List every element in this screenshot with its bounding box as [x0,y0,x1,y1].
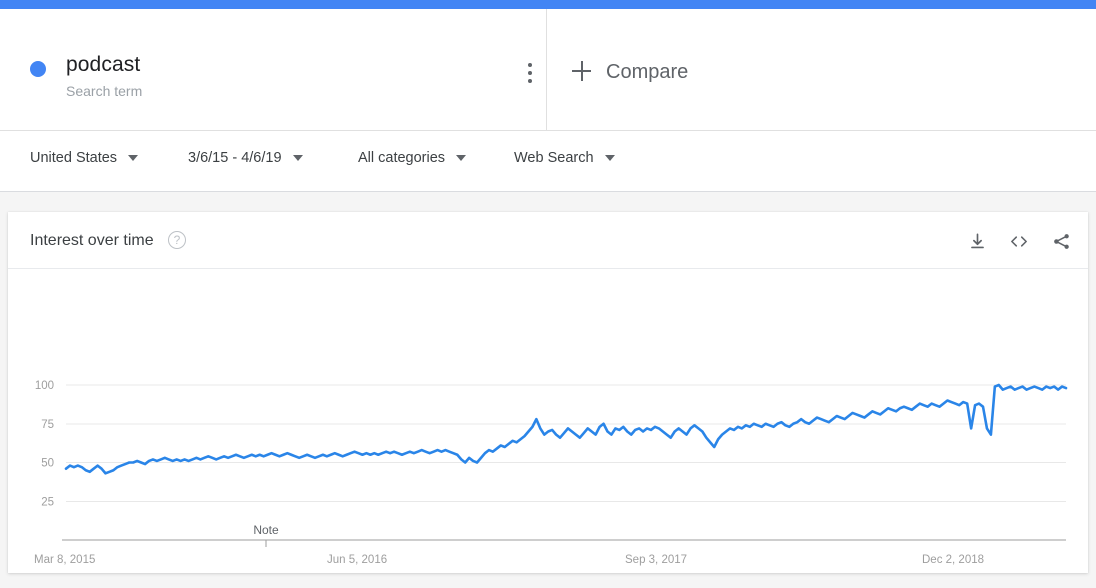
filter-time-range[interactable]: 3/6/15 - 4/6/19 [188,148,303,168]
filter-search-type[interactable]: Web Search [514,148,615,168]
share-icon[interactable] [1048,228,1074,254]
chart-plot-area[interactable]: 25 50 75 100 Note Mar 8, 2015 Jun 5, 2016 Sep 3… [8,269,1088,573]
chevron-down-icon [292,155,303,161]
download-icon[interactable] [964,228,990,254]
add-comparison-button[interactable]: Compare [548,9,1088,130]
interest-over-time-line-chart[interactable]: 25 50 75 100 Note Mar 8, 2015 Jun 5, 2016 Sep 3… [8,269,1088,573]
x-axis-tick-label: Mar 8, 2015 [34,554,95,566]
filter-category[interactable]: All categories [358,148,467,168]
filter-category-label: All categories [358,150,446,166]
card-actions [964,228,1074,254]
card-header: Interest over time ? [8,212,1088,269]
card-title: Interest over time [30,232,154,249]
y-axis-tick-label: 100 [35,380,54,392]
question-mark-circle-icon[interactable]: ? [168,231,186,249]
search-terms-row: podcast Search term Compare [0,9,1096,131]
search-term-subtitle: Search term [66,83,143,99]
plus-icon [572,61,592,81]
x-axis-tick-label: Sep 3, 2017 [625,554,687,566]
filters-bar: United States 3/6/15 - 4/6/19 All catego… [0,131,1096,192]
search-term-card[interactable]: podcast Search term [8,9,547,130]
chevron-down-icon [604,155,615,161]
interest-over-time-card: Interest over time ? 25 50 75 100 Note M… [8,212,1088,573]
filter-region[interactable]: United States [30,148,139,168]
chart-annotation-note[interactable]: Note [253,523,279,537]
three-dots-vertical-icon[interactable] [522,63,538,83]
search-term-name: podcast [66,53,141,76]
chevron-down-icon [456,155,467,161]
filter-search-type-label: Web Search [514,150,594,166]
y-axis-tick-label: 25 [41,496,54,508]
filter-time-range-label: 3/6/15 - 4/6/19 [188,150,282,166]
x-axis-tick-label: Jun 5, 2016 [327,554,387,566]
chevron-down-icon [128,155,139,161]
y-axis-tick-label: 50 [41,458,54,470]
series-color-dot [30,61,46,77]
filter-region-label: United States [30,150,118,166]
y-axis-tick-label: 75 [41,419,54,431]
trend-line[interactable] [64,383,1068,475]
embed-code-icon[interactable] [1006,228,1032,254]
x-axis-tick-label: Dec 2, 2018 [922,554,984,566]
compare-label: Compare [606,61,689,83]
top-app-bar [0,0,1096,9]
